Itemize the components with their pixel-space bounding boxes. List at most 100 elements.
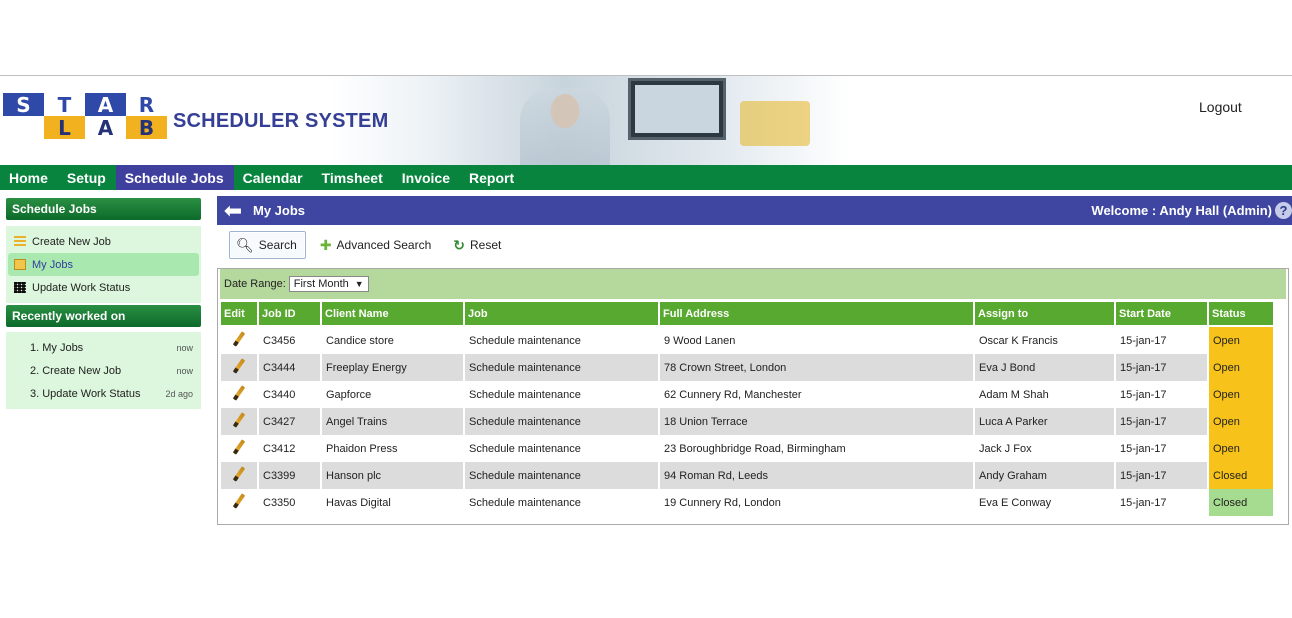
technician-image [520, 88, 610, 165]
main-nav: Home Setup Schedule Jobs Calendar Timshe… [0, 165, 1292, 190]
document-icon [14, 259, 26, 270]
recent-item[interactable]: 1. My Jobs now [8, 336, 199, 359]
pencil-icon[interactable] [231, 494, 245, 508]
logout-link[interactable]: Logout [1199, 99, 1242, 115]
search-button[interactable]: 🔍︎ Search [229, 231, 306, 259]
address-cell: 62 Cunnery Rd, Manchester [660, 381, 973, 408]
column-header-status[interactable]: Status [1209, 302, 1273, 327]
recent-list: 1. My Jobs now 2. Create New Job now 3. … [6, 332, 201, 409]
edit-cell [221, 354, 257, 381]
status-cell: Open [1209, 327, 1273, 354]
sidebar-menu: Create New Job My Jobs Update Work Statu… [6, 226, 201, 303]
edit-cell [221, 489, 257, 516]
column-header-full-address[interactable]: Full Address [660, 302, 973, 327]
job-id-cell: C3350 [259, 489, 320, 516]
pencil-icon[interactable] [231, 386, 245, 400]
start-date-cell: 15-jan-17 [1116, 435, 1207, 462]
assign-cell: Adam M Shah [975, 381, 1114, 408]
equipment-image [740, 101, 810, 146]
date-range-select[interactable]: First Month ▼ [288, 276, 369, 292]
logo-letter: T [44, 93, 85, 117]
logo-letter [3, 116, 44, 139]
column-header-assign-to[interactable]: Assign to [975, 302, 1114, 327]
column-header-start-date[interactable]: Start Date [1116, 302, 1207, 327]
sidebar-item-my-jobs[interactable]: My Jobs [8, 253, 199, 276]
address-cell: 18 Union Terrace [660, 408, 973, 435]
nav-schedule-jobs[interactable]: Schedule Jobs [115, 165, 234, 190]
logo-letter: A [85, 93, 126, 117]
table-row[interactable]: C3350 Havas Digital Schedule maintenance… [221, 489, 1273, 516]
nav-invoice[interactable]: Invoice [393, 165, 460, 190]
job-cell: Schedule maintenance [465, 462, 658, 489]
job-id-cell: C3444 [259, 354, 320, 381]
column-header-job[interactable]: Job [465, 302, 658, 327]
job-id-cell: C3427 [259, 408, 320, 435]
edit-cell [221, 381, 257, 408]
job-cell: Schedule maintenance [465, 381, 658, 408]
sidebar-item-create-new-job[interactable]: Create New Job [8, 230, 199, 253]
logo-letter: L [44, 116, 85, 140]
date-range-value: First Month [293, 278, 349, 290]
sidebar-item-update-work-status[interactable]: Update Work Status [8, 276, 199, 299]
back-arrow-icon[interactable]: ⬅ [221, 198, 245, 223]
pencil-icon[interactable] [231, 332, 245, 346]
header-banner-photo [330, 76, 850, 165]
column-header-edit[interactable]: Edit [221, 302, 257, 327]
table-row[interactable]: C3440 Gapforce Schedule maintenance 62 C… [221, 381, 1273, 408]
search-button-label: Search [258, 238, 297, 252]
sidebar: Schedule Jobs Create New Job My Jobs Upd… [6, 198, 201, 409]
address-cell: 19 Cunnery Rd, London [660, 489, 973, 516]
nav-report[interactable]: Report [460, 165, 524, 190]
start-date-cell: 15-jan-17 [1116, 381, 1207, 408]
recent-item-time: now [176, 365, 193, 376]
job-id-cell: C3456 [259, 327, 320, 354]
reset-button[interactable]: ↻ Reset [447, 231, 509, 259]
advanced-search-icon: ✚ [319, 236, 332, 253]
grid-icon [14, 282, 26, 293]
address-cell: 78 Crown Street, London [660, 354, 973, 381]
assign-cell: Jack J Fox [975, 435, 1114, 462]
job-cell: Schedule maintenance [465, 435, 658, 462]
pencil-icon[interactable] [231, 359, 245, 373]
help-icon[interactable]: ? [1275, 202, 1292, 219]
sidebar-item-label: Create New Job [32, 235, 111, 248]
job-cell: Schedule maintenance [465, 354, 658, 381]
recent-item-time: 2d ago [165, 388, 193, 399]
nav-calendar[interactable]: Calendar [234, 165, 313, 190]
pencil-icon[interactable] [231, 440, 245, 454]
pencil-icon[interactable] [231, 413, 245, 427]
table-row[interactable]: C3427 Angel Trains Schedule maintenance … [221, 408, 1273, 435]
status-cell: Closed [1209, 462, 1273, 489]
recent-item[interactable]: 3. Update Work Status 2d ago [8, 382, 199, 405]
table-row[interactable]: C3399 Hanson plc Schedule maintenance 94… [221, 462, 1273, 489]
table-row[interactable]: C3412 Phaidon Press Schedule maintenance… [221, 435, 1273, 462]
column-header-job-id[interactable]: Job ID [259, 302, 320, 327]
client-name-cell: Gapforce [322, 381, 463, 408]
assign-cell: Luca A Parker [975, 408, 1114, 435]
logo-letter: R [126, 93, 167, 117]
nav-setup[interactable]: Setup [58, 165, 116, 190]
address-cell: 94 Roman Rd, Leeds [660, 462, 973, 489]
table-row[interactable]: C3444 Freeplay Energy Schedule maintenan… [221, 354, 1273, 381]
assign-cell: Eva E Conway [975, 489, 1114, 516]
nav-timsheet[interactable]: Timsheet [313, 165, 393, 190]
advanced-search-button[interactable]: ✚ Advanced Search [314, 231, 439, 259]
starlab-logo: S T A R L A B [3, 93, 167, 140]
logo-letter: S [3, 93, 44, 117]
table-header-row: Edit Job ID Client Name Job Full Address… [221, 302, 1273, 327]
client-name-cell: Freeplay Energy [322, 354, 463, 381]
filter-bar: Date Range: First Month ▼ [220, 269, 1286, 299]
laptop-image [628, 78, 726, 140]
start-date-cell: 15-jan-17 [1116, 354, 1207, 381]
app-header: S T A R L A B SCHEDULER SYSTEM Logout [0, 76, 1292, 165]
table-row[interactable]: C3456 Candice store Schedule maintenance… [221, 327, 1273, 354]
top-blank-area [0, 0, 1292, 76]
recent-section-title: Recently worked on [6, 305, 201, 327]
date-range-label: Date Range: [224, 278, 286, 290]
system-title: SCHEDULER SYSTEM [173, 110, 389, 132]
status-cell: Open [1209, 435, 1273, 462]
pencil-icon[interactable] [231, 467, 245, 481]
recent-item[interactable]: 2. Create New Job now [8, 359, 199, 382]
nav-home[interactable]: Home [0, 165, 58, 190]
column-header-client-name[interactable]: Client Name [322, 302, 463, 327]
